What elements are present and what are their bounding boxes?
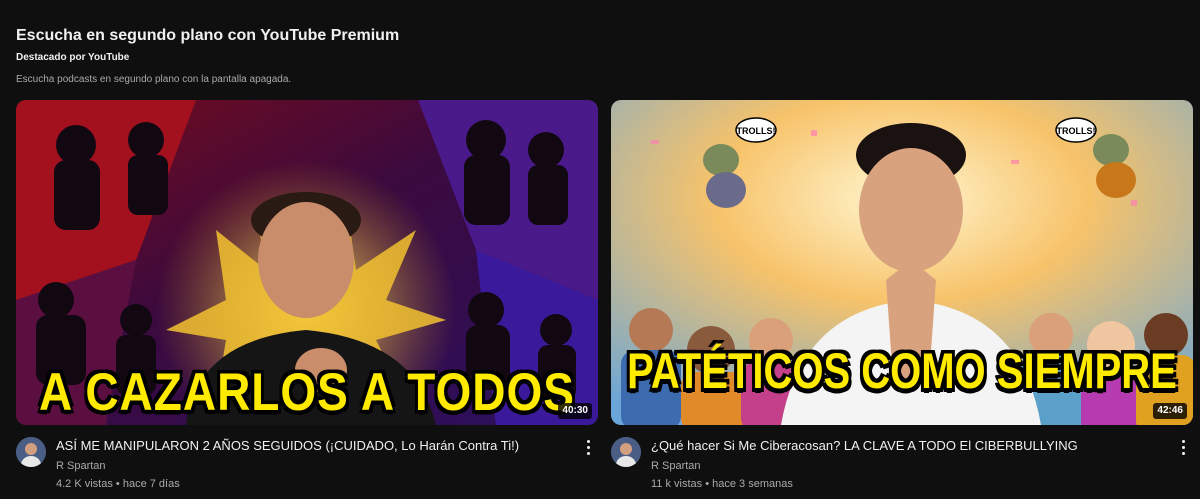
stats-separator: • bbox=[705, 478, 710, 490]
channel-name[interactable]: R Spartan bbox=[56, 459, 106, 473]
thumbnail-caption: A CAZARLOS A TODOS bbox=[39, 361, 575, 422]
video-stats: 11 k vistas • hace 3 semanas bbox=[651, 477, 793, 491]
channel-avatar[interactable] bbox=[16, 437, 46, 467]
shelf-header: Escucha en segundo plano con YouTube Pre… bbox=[16, 26, 399, 86]
channel-name[interactable]: R Spartan bbox=[651, 459, 701, 473]
shelf-description: Escucha podcasts en segundo plano con la… bbox=[16, 74, 292, 85]
stats-separator: • bbox=[115, 478, 120, 490]
kebab-vertical-icon[interactable] bbox=[580, 437, 596, 457]
channel-avatar[interactable] bbox=[611, 437, 641, 467]
avatar-image bbox=[611, 437, 641, 467]
video-thumbnail[interactable]: TROLLS! TROLLS! PATÉTICOS COMO SIEMPRE 4… bbox=[611, 100, 1193, 425]
view-count: 11 k vistas bbox=[651, 478, 703, 490]
duration-badge: 42:46 bbox=[1153, 403, 1187, 419]
video-stats: 4.2 K vistas • hace 7 días bbox=[56, 477, 180, 491]
avatar-image bbox=[16, 437, 46, 467]
video-title[interactable]: ¿Qué hacer Si Me Ciberacosan? LA CLAVE A… bbox=[651, 438, 1078, 454]
video-card[interactable]: A CAZARLOS A TODOS 40:30 ASÍ ME MANIPULA… bbox=[16, 100, 598, 497]
video-title[interactable]: ASÍ ME MANIPULARON 2 AÑOS SEGUIDOS (¡CUI… bbox=[56, 438, 519, 454]
video-card[interactable]: TROLLS! TROLLS! PATÉTICOS COMO SIEMPRE 4… bbox=[611, 100, 1193, 497]
troll-speech-right: TROLLS! bbox=[1057, 126, 1096, 136]
thumbnail-caption: PATÉTICOS COMO SIEMPRE bbox=[627, 344, 1177, 400]
shelf-title[interactable]: Escucha en segundo plano con YouTube Pre… bbox=[16, 26, 399, 46]
shelf-subtitle: Destacado por YouTube bbox=[16, 52, 130, 63]
duration-badge: 40:30 bbox=[558, 403, 592, 419]
video-thumbnail[interactable]: A CAZARLOS A TODOS 40:30 bbox=[16, 100, 598, 425]
video-meta: ¿Qué hacer Si Me Ciberacosan? LA CLAVE A… bbox=[611, 437, 1193, 497]
upload-age: hace 3 semanas bbox=[712, 478, 793, 490]
upload-age: hace 7 días bbox=[122, 478, 180, 490]
view-count: 4.2 K vistas bbox=[56, 478, 113, 490]
troll-speech-left: TROLLS! bbox=[737, 126, 776, 136]
video-meta: ASÍ ME MANIPULARON 2 AÑOS SEGUIDOS (¡CUI… bbox=[16, 437, 598, 497]
kebab-vertical-icon[interactable] bbox=[1175, 437, 1191, 457]
